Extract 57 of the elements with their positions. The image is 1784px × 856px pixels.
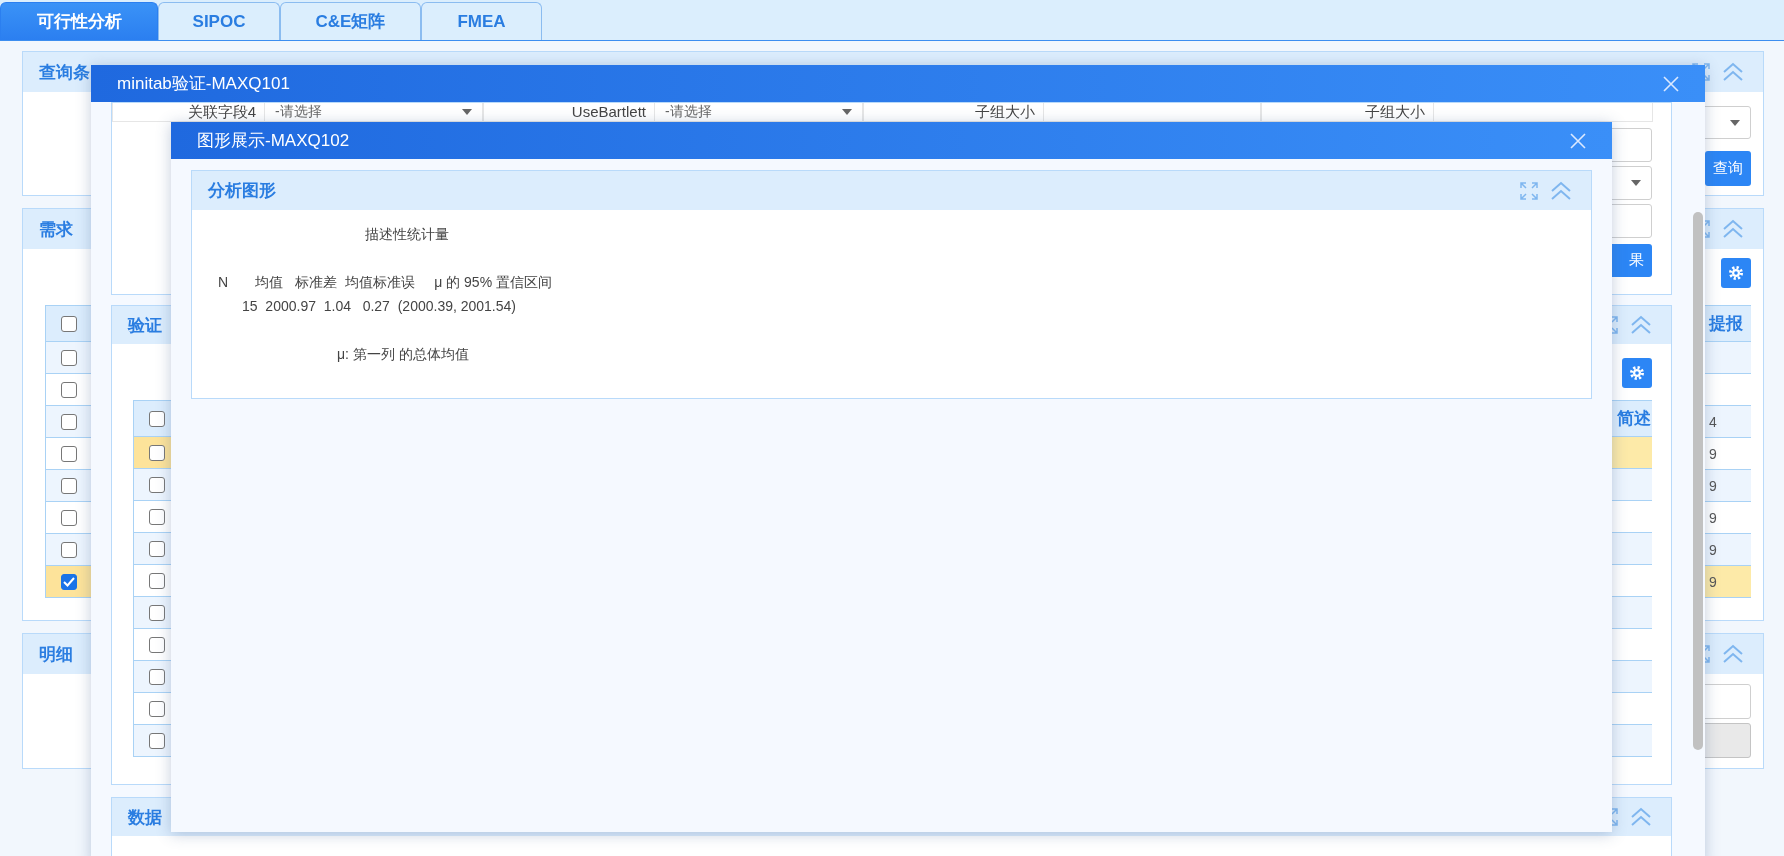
tab[interactable]: 可行性分析 <box>0 2 158 40</box>
tab[interactable]: SIPOC <box>158 2 280 40</box>
checkbox[interactable] <box>61 573 77 590</box>
checkbox[interactable] <box>149 444 165 461</box>
checkbox[interactable] <box>149 572 165 589</box>
settings-icon <box>1728 265 1744 281</box>
tab[interactable]: FMEA <box>421 2 542 40</box>
panel-title: 分析图形 <box>208 180 276 202</box>
settings-button[interactable] <box>1721 258 1751 288</box>
checkbox[interactable] <box>149 636 165 653</box>
table-cell-text: 4 <box>1708 413 1718 430</box>
panel-title: 数据 <box>128 806 162 829</box>
checkbox[interactable] <box>149 732 165 749</box>
panel-title: 验证 <box>128 314 162 337</box>
checkbox[interactable] <box>149 604 165 621</box>
table-cell[interactable] <box>46 566 92 597</box>
panel-title: 需求 <box>39 218 73 241</box>
caret-icon <box>1631 180 1641 186</box>
checkbox[interactable] <box>61 541 77 558</box>
dialog-title: minitab验证-MAXQ101 <box>117 73 290 95</box>
output-text: 描述性统计量 <box>365 225 449 244</box>
settings-icon <box>1629 365 1645 381</box>
caret-icon <box>462 109 472 115</box>
checkbox[interactable] <box>61 509 77 526</box>
checkbox[interactable] <box>149 540 165 557</box>
table-cell-text: 9 <box>1708 477 1718 494</box>
checkbox[interactable] <box>149 508 165 525</box>
checkbox[interactable] <box>149 410 165 427</box>
table-cell-text: 9 <box>1708 509 1718 526</box>
caret-icon <box>1730 119 1740 126</box>
checkbox[interactable] <box>61 477 77 494</box>
table-cell-text: 9 <box>1708 541 1718 558</box>
output-text: N 均值 标准差 均值标准误 μ 的 95% 置信区间 <box>218 273 552 292</box>
checkbox[interactable] <box>61 445 77 462</box>
checkbox[interactable] <box>61 349 77 366</box>
output-text: 15 2000.97 1.04 0.27 (2000.39, 2001.54) <box>242 297 516 316</box>
query-button[interactable]: 查询 <box>1705 151 1751 186</box>
table-cell-text: 9 <box>1708 445 1718 462</box>
checkbox[interactable] <box>61 413 77 430</box>
checkbox[interactable] <box>61 381 77 398</box>
column-header: 简述 <box>1616 408 1652 430</box>
close-icon[interactable] <box>1570 132 1586 149</box>
tab[interactable]: C&E矩阵 <box>280 2 421 40</box>
settings-button[interactable] <box>1622 358 1652 388</box>
output-text: μ: 第一列 的总体均值 <box>337 345 469 364</box>
scrollbar[interactable] <box>1693 212 1703 750</box>
checkbox[interactable] <box>61 315 77 332</box>
column-header: 提报 <box>1707 313 1744 335</box>
close-icon[interactable] <box>1663 75 1679 92</box>
dialog-title: 图形展示-MAXQ102 <box>197 130 350 152</box>
panel-title: 查询条 <box>39 61 90 84</box>
checkbox[interactable] <box>149 476 165 493</box>
checkbox[interactable] <box>149 668 165 685</box>
checkbox[interactable] <box>149 700 165 717</box>
table-cell-text: 9 <box>1708 573 1718 590</box>
panel-title: 明细 <box>39 643 73 666</box>
caret-icon <box>842 109 852 115</box>
